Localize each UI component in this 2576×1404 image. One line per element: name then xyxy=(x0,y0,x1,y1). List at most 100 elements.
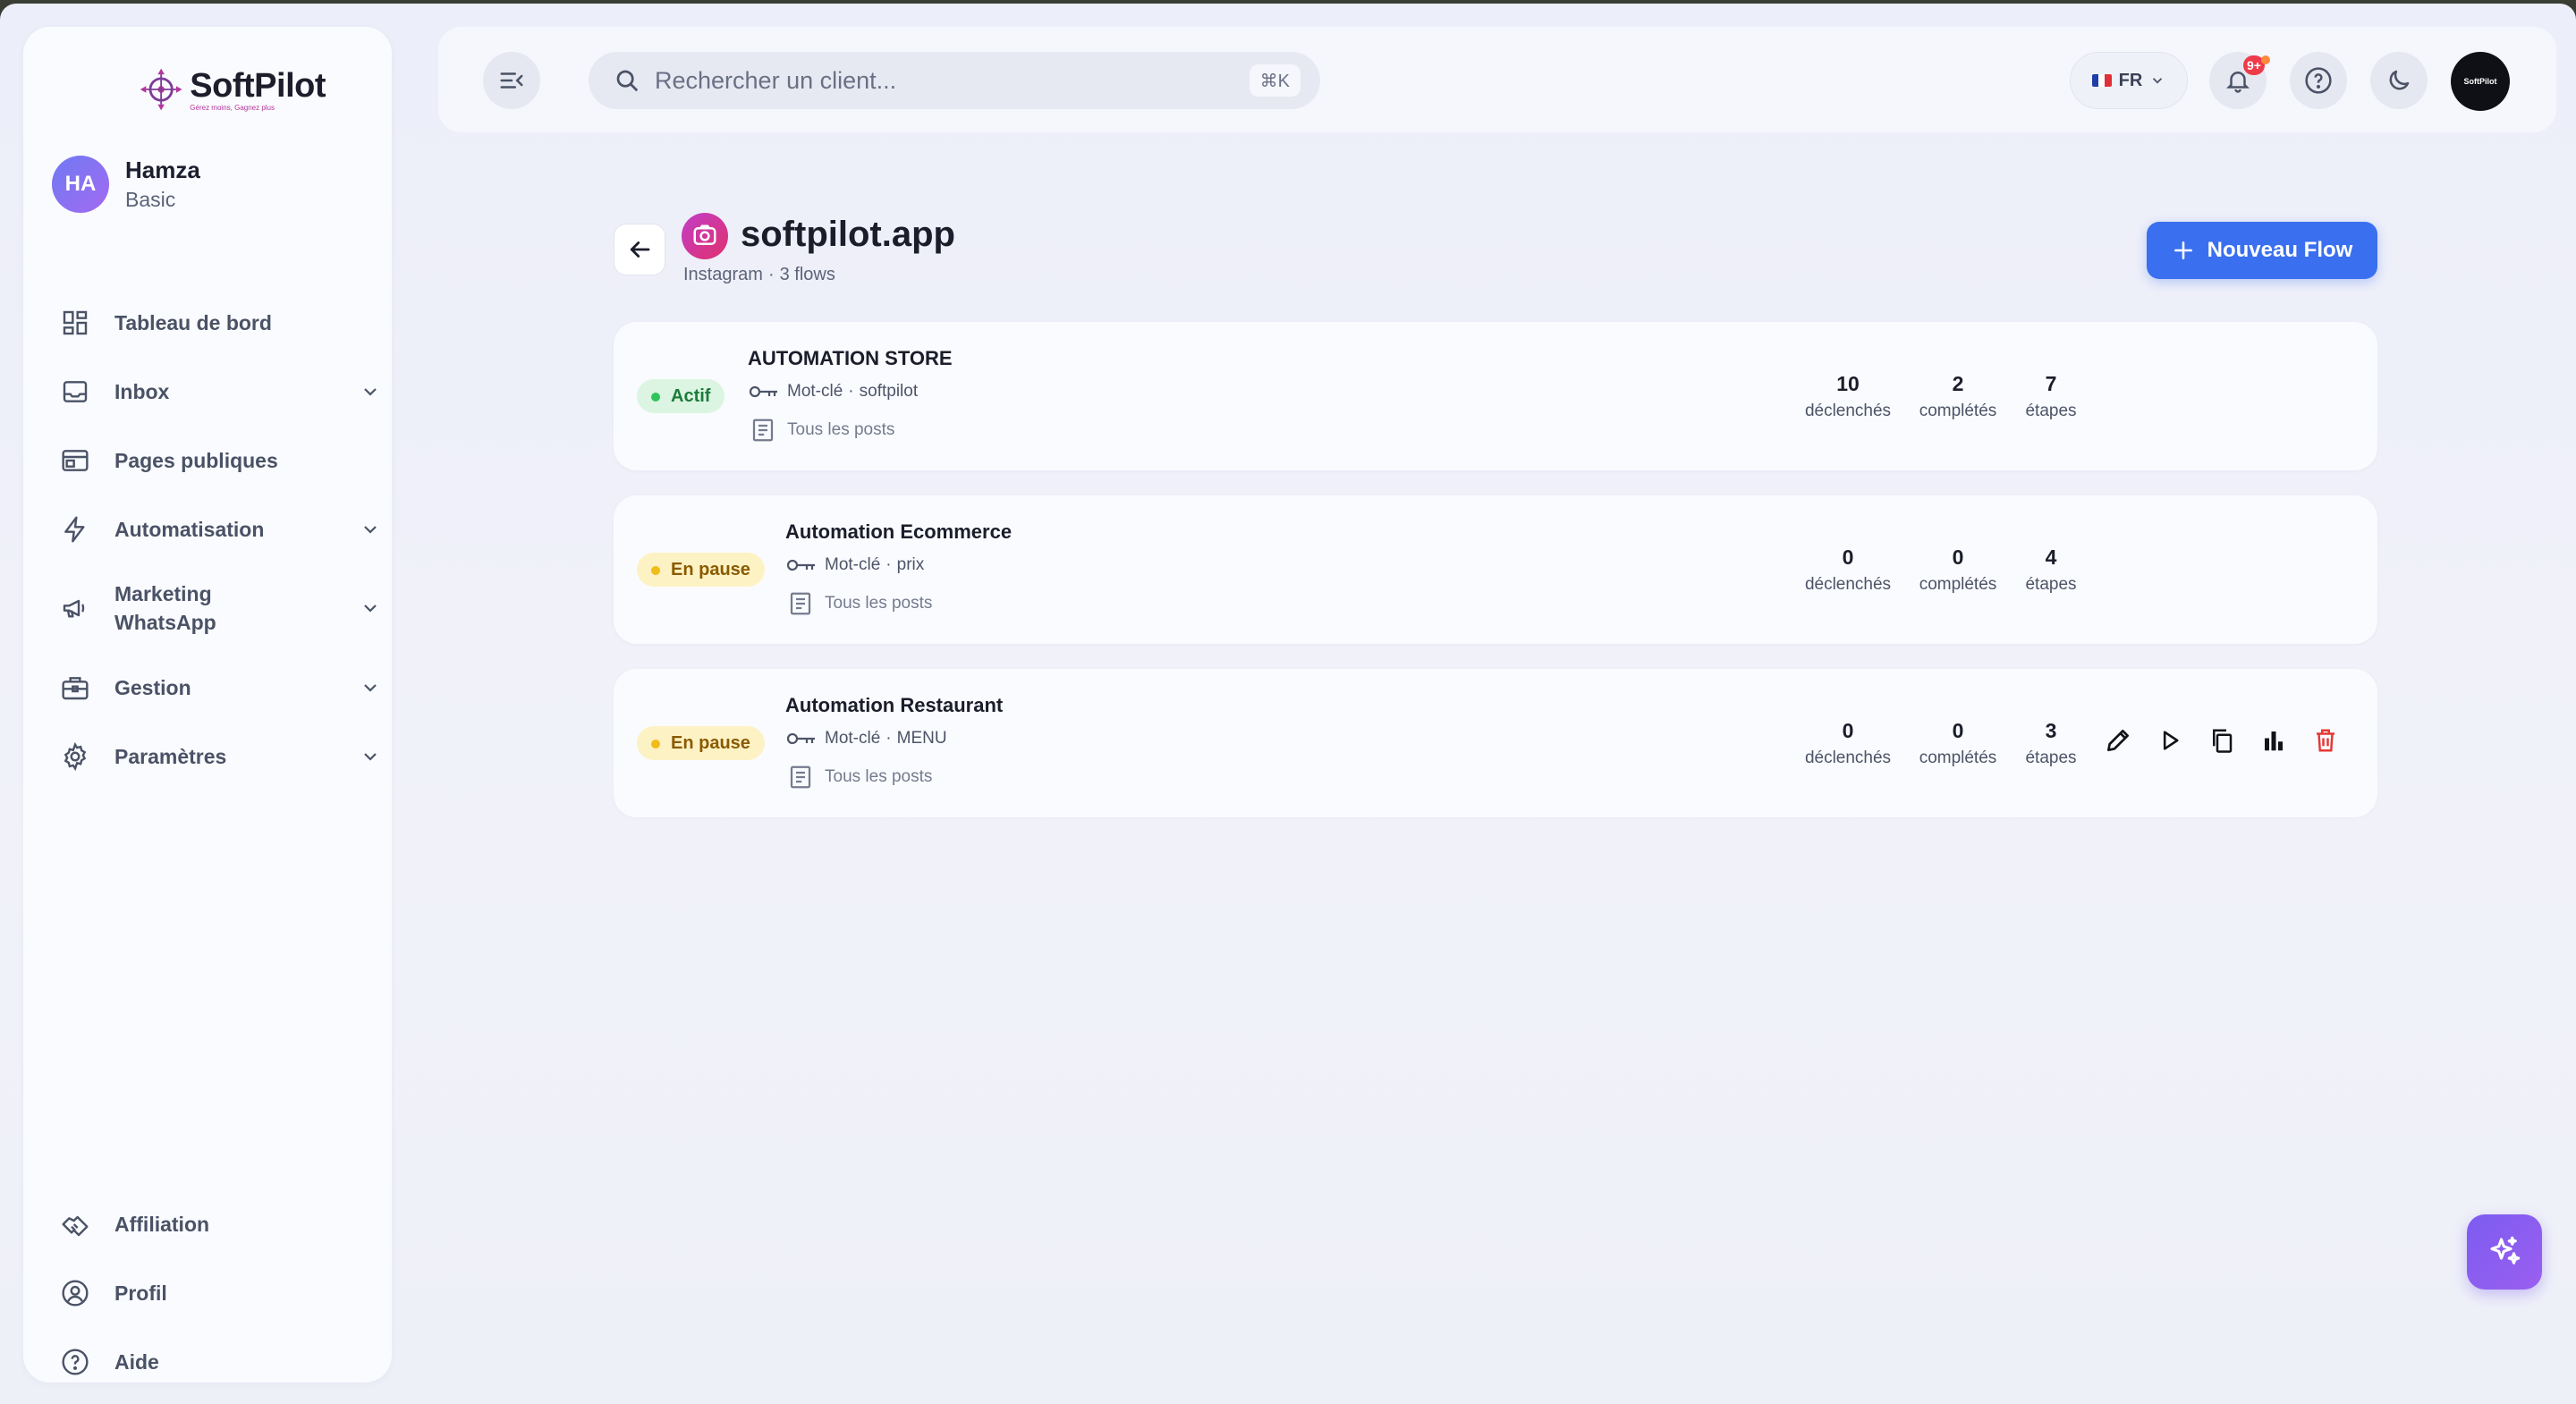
chevron-down-icon xyxy=(364,752,377,761)
flow-scope: Tous les posts xyxy=(787,590,932,617)
stat-steps: 7 étapes xyxy=(2020,372,2082,421)
sidebar-item-affiliation[interactable]: Affiliation xyxy=(59,1189,381,1258)
flow-actions xyxy=(2102,724,2342,757)
scope-label: Tous les posts xyxy=(825,594,933,613)
language-label: FR xyxy=(2118,70,2143,90)
sparkles-icon xyxy=(2490,1236,2521,1264)
sidebar-item-public-pages[interactable]: Pages publiques xyxy=(59,426,381,495)
flow-scope: Tous les posts xyxy=(787,764,932,791)
gear-icon xyxy=(59,740,91,773)
france-flag-icon xyxy=(2091,74,2112,87)
flow-name: Automation Restaurant xyxy=(785,694,1004,716)
menu-collapse-icon xyxy=(500,72,523,89)
bar-chart-icon xyxy=(2265,732,2283,751)
stat-completed: 0 complétés xyxy=(1911,719,2005,768)
document-icon xyxy=(790,592,811,615)
stat-label: déclenchés xyxy=(1804,402,1892,420)
flow-card[interactable]: En pause Automation Restaurant Mot-clé · M… xyxy=(614,669,2377,817)
stat-value: 10 xyxy=(1836,372,1860,395)
user-card[interactable]: HA Hamza Basic xyxy=(52,156,200,213)
stat-steps: 3 étapes xyxy=(2020,719,2082,768)
trigger-keyword: MENU xyxy=(896,729,947,748)
sidebar-item-whatsapp-marketing[interactable]: Marketing WhatsApp xyxy=(59,563,381,653)
brand-logo[interactable]: SoftPilot Gérez moins, Gagnez plus xyxy=(138,54,326,125)
document-icon xyxy=(790,765,811,789)
sidebar-item-help[interactable]: Aide xyxy=(59,1327,381,1396)
key-icon xyxy=(786,732,815,745)
stat-value: 3 xyxy=(2045,719,2057,742)
theme-toggle-button[interactable] xyxy=(2370,52,2428,109)
status-badge: Actif xyxy=(637,379,725,413)
help-button[interactable] xyxy=(2290,52,2347,109)
sidebar-item-settings[interactable]: Paramètres xyxy=(59,722,381,791)
plus-icon xyxy=(2174,241,2192,259)
flow-card[interactable]: Actif AUTOMATION STORE Mot-clé · softpilot… xyxy=(614,322,2377,470)
flow-scope: Tous les posts xyxy=(750,417,894,444)
stat-completed: 2 complétés xyxy=(1911,372,2005,421)
softpilot-logo-icon xyxy=(140,68,182,111)
status-badge: En pause xyxy=(637,726,765,760)
trigger-keyword: prix xyxy=(896,555,925,574)
platform-label: Instagram xyxy=(683,265,763,284)
sidebar-item-label: Pages publiques xyxy=(114,448,278,472)
pages-icon xyxy=(59,444,91,477)
chevron-down-icon xyxy=(364,525,377,534)
sidebar-item-management[interactable]: Gestion xyxy=(59,653,381,722)
sidebar-item-inbox[interactable]: Inbox xyxy=(59,357,381,426)
sidebar-item-dashboard[interactable]: Tableau de bord xyxy=(59,288,381,357)
sidebar-toggle-button[interactable] xyxy=(483,52,540,109)
notification-dot xyxy=(2261,55,2270,64)
app-window: SoftPilot Gérez moins, Gagnez plus HA Ha… xyxy=(0,4,2576,1404)
sidebar-item-label: Marketing WhatsApp xyxy=(114,582,216,634)
profile-menu-button[interactable]: SoftPilot xyxy=(2451,52,2510,111)
stat-label: complétés xyxy=(1919,402,1997,420)
inbox-icon xyxy=(59,376,91,408)
flow-name: AUTOMATION STORE xyxy=(748,347,953,369)
stat-value: 0 xyxy=(1842,719,1854,742)
key-icon xyxy=(749,385,777,398)
sidebar-item-automation[interactable]: Automatisation xyxy=(59,495,381,563)
back-button[interactable] xyxy=(614,224,665,275)
run-button[interactable] xyxy=(2154,724,2186,757)
trash-icon xyxy=(2317,729,2334,752)
sidebar-item-profile[interactable]: Profil xyxy=(59,1258,381,1327)
status-badge: En pause xyxy=(637,553,765,587)
sidebar-item-label: Automatisation xyxy=(114,517,265,541)
language-selector[interactable]: FR xyxy=(2070,52,2188,109)
moon-icon xyxy=(2389,70,2410,90)
instagram-icon xyxy=(682,213,728,259)
stat-value: 4 xyxy=(2045,546,2057,569)
stat-label: complétés xyxy=(1919,749,1997,767)
bolt-icon xyxy=(59,513,91,546)
sidebar-nav: Tableau de bord Inbox Pages publiques Au… xyxy=(59,288,381,791)
delete-button[interactable] xyxy=(2309,724,2342,757)
page-title: softpilot.app xyxy=(741,215,955,254)
stats-button[interactable] xyxy=(2258,724,2290,757)
trigger-keyword: softpilot xyxy=(859,382,919,401)
help-icon xyxy=(59,1346,91,1378)
ai-assistant-button[interactable] xyxy=(2467,1214,2542,1290)
stat-value: 0 xyxy=(1842,546,1854,569)
scope-label: Tous les posts xyxy=(825,767,933,786)
edit-button[interactable] xyxy=(2102,724,2134,757)
chevron-down-icon xyxy=(364,387,377,396)
duplicate-button[interactable] xyxy=(2206,724,2238,757)
notifications-button[interactable]: 9+ xyxy=(2209,52,2270,109)
stat-steps: 4 étapes xyxy=(2020,546,2082,595)
new-flow-button[interactable]: Nouveau Flow xyxy=(2147,222,2377,279)
page-subtitle: Instagram · 3 flows xyxy=(683,265,835,284)
search-shortcut: ⌘K xyxy=(1249,64,1301,97)
flow-card[interactable]: En pause Automation Ecommerce Mot-clé · pr… xyxy=(614,495,2377,644)
search-input[interactable]: Rechercher un client... ⌘K xyxy=(589,52,1320,109)
new-flow-label: Nouveau Flow xyxy=(2207,238,2353,262)
brand-tagline: Gérez moins, Gagnez plus xyxy=(190,103,275,112)
stat-triggered: 10 déclenchés xyxy=(1798,372,1898,421)
brand-name: SoftPilot xyxy=(190,66,326,105)
sidebar-item-label: Gestion xyxy=(114,675,191,699)
trigger-type: Mot-clé xyxy=(787,382,843,401)
chevron-down-icon xyxy=(2153,78,2163,84)
stat-label: étapes xyxy=(2025,575,2077,594)
trigger-type: Mot-clé xyxy=(825,729,881,748)
flow-trigger: Mot-clé · MENU xyxy=(785,728,947,749)
stat-triggered: 0 déclenchés xyxy=(1798,719,1898,768)
